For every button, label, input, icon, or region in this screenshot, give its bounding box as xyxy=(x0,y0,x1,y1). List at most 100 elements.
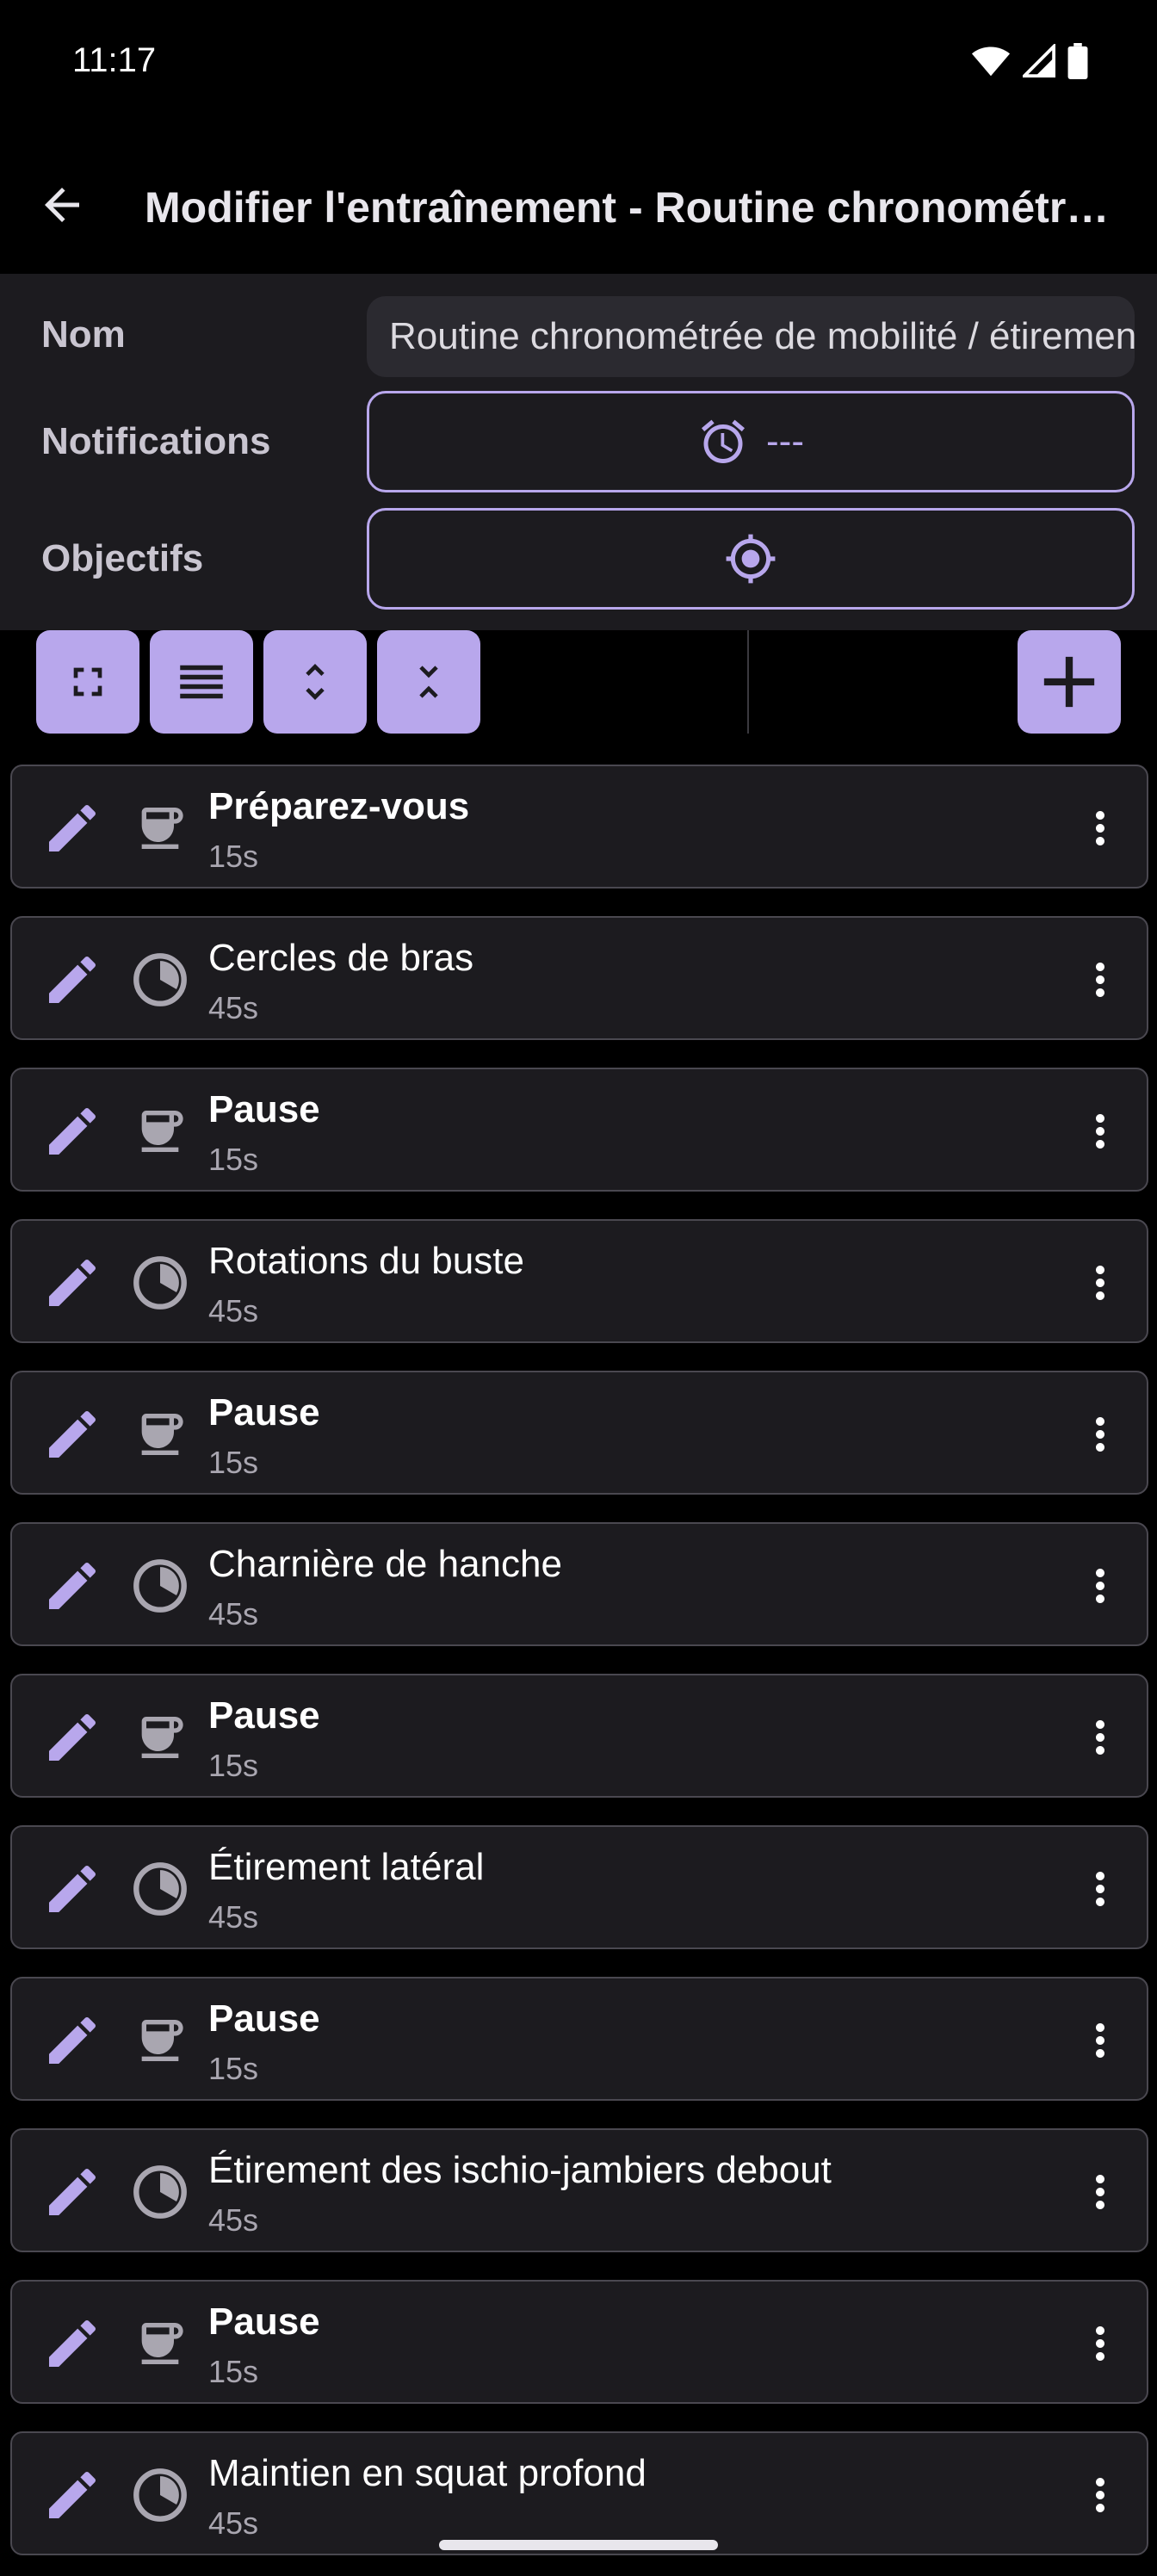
step-row[interactable]: Pause 15s xyxy=(10,2280,1148,2404)
step-duration: 45s xyxy=(208,2505,259,2541)
more-options-button[interactable] xyxy=(1074,2307,1126,2380)
collapse-all-button[interactable] xyxy=(377,630,480,734)
step-title: Pause xyxy=(208,1997,320,2040)
coffee-cup-icon xyxy=(141,2323,183,2364)
step-row[interactable]: Préparez-vous 15s xyxy=(10,765,1148,889)
step-title: Maintien en squat profond xyxy=(208,2452,647,2494)
timed-type-icon xyxy=(129,2464,191,2526)
step-duration: 15s xyxy=(208,1142,259,1177)
toolbar-divider xyxy=(747,630,749,734)
more-vert-icon xyxy=(1096,1114,1104,1149)
edit-button[interactable] xyxy=(38,945,107,1014)
status-icons xyxy=(971,43,1088,79)
timed-type-icon xyxy=(129,1555,191,1617)
alarm-icon xyxy=(702,419,746,463)
step-title: Pause xyxy=(208,1391,320,1434)
step-title: Étirement latéral xyxy=(208,1846,485,1888)
page-title: Modifier l'entraînement - Routine chrono… xyxy=(145,183,1117,232)
pencil-icon xyxy=(49,1107,96,1155)
fullscreen-icon xyxy=(73,667,102,697)
more-options-button[interactable] xyxy=(1074,1095,1126,1167)
more-options-button[interactable] xyxy=(1074,2156,1126,2228)
coffee-cup-icon xyxy=(141,1717,183,1758)
pencil-icon xyxy=(49,1259,96,1306)
step-duration: 15s xyxy=(208,2051,259,2086)
step-row[interactable]: Cercles de bras 45s xyxy=(10,916,1148,1040)
more-vert-icon xyxy=(1096,1720,1104,1755)
timer-icon xyxy=(133,1862,187,1916)
step-row[interactable]: Rotations du buste 45s xyxy=(10,1219,1148,1343)
more-options-button[interactable] xyxy=(1074,1398,1126,1471)
edit-button[interactable] xyxy=(38,1551,107,1620)
pencil-icon xyxy=(49,956,96,1003)
step-duration: 15s xyxy=(208,2354,259,2389)
pencil-icon xyxy=(49,2471,96,2518)
pencil-icon xyxy=(49,1410,96,1458)
unfold-more-icon xyxy=(306,664,325,700)
coffee-cup-icon xyxy=(141,808,183,849)
more-options-button[interactable] xyxy=(1074,792,1126,864)
pencil-icon xyxy=(49,1562,96,1609)
more-options-button[interactable] xyxy=(1074,2459,1126,2531)
step-row[interactable]: Pause 15s xyxy=(10,1371,1148,1495)
edit-button[interactable] xyxy=(38,1248,107,1317)
pencil-icon xyxy=(49,1713,96,1761)
wifi-icon xyxy=(971,46,1011,77)
more-options-button[interactable] xyxy=(1074,944,1126,1016)
timer-icon xyxy=(133,2468,187,2522)
menu-button[interactable] xyxy=(150,630,253,734)
expand-all-button[interactable] xyxy=(263,630,367,734)
edit-button[interactable] xyxy=(38,2309,107,2378)
step-row[interactable]: Étirement des ischio-jambiers debout 45s xyxy=(10,2128,1148,2252)
arrow-back-icon xyxy=(45,188,79,222)
more-options-button[interactable] xyxy=(1074,1701,1126,1774)
step-row[interactable]: Pause 15s xyxy=(10,1977,1148,2101)
step-row[interactable]: Charnière de hanche 45s xyxy=(10,1522,1148,1646)
coffee-cup-icon xyxy=(141,1111,183,1152)
status-bar: 11:17 xyxy=(0,0,1157,129)
timed-type-icon xyxy=(129,1252,191,1314)
step-title: Pause xyxy=(208,1694,320,1737)
edit-button[interactable] xyxy=(38,794,107,863)
step-duration: 15s xyxy=(208,1748,259,1783)
step-row[interactable]: Pause 15s xyxy=(10,1068,1148,1192)
step-row[interactable]: Pause 15s xyxy=(10,1674,1148,1798)
add-step-button[interactable] xyxy=(1018,630,1121,734)
name-field[interactable]: Routine chronométrée de mobilité / étire… xyxy=(367,296,1135,377)
back-button[interactable] xyxy=(26,169,98,241)
edit-button[interactable] xyxy=(38,2006,107,2075)
edit-button[interactable] xyxy=(38,2158,107,2226)
edit-button[interactable] xyxy=(38,1097,107,1166)
more-options-button[interactable] xyxy=(1074,2004,1126,2077)
edit-button[interactable] xyxy=(38,2461,107,2530)
edit-button[interactable] xyxy=(38,1703,107,1772)
toolbar xyxy=(0,630,1157,734)
notifications-value: --- xyxy=(766,420,804,462)
notifications-button[interactable]: --- xyxy=(367,391,1135,492)
step-row[interactable]: Étirement latéral 45s xyxy=(10,1825,1148,1949)
unfold-less-icon xyxy=(419,666,438,698)
edit-button[interactable] xyxy=(38,1855,107,1923)
more-options-button[interactable] xyxy=(1074,1853,1126,1925)
more-options-button[interactable] xyxy=(1074,1247,1126,1319)
edit-button[interactable] xyxy=(38,1400,107,1469)
goals-button[interactable] xyxy=(367,508,1135,610)
more-vert-icon xyxy=(1096,1266,1104,1300)
more-options-button[interactable] xyxy=(1074,1550,1126,1622)
home-indicator[interactable] xyxy=(439,2540,718,2550)
step-row[interactable]: Maintien en squat profond 45s xyxy=(10,2431,1148,2555)
fullscreen-button[interactable] xyxy=(36,630,139,734)
notifications-label: Notifications xyxy=(41,420,271,462)
more-vert-icon xyxy=(1096,811,1104,845)
timer-icon xyxy=(133,1256,187,1310)
goals-label: Objectifs xyxy=(41,537,204,579)
name-label: Nom xyxy=(41,313,126,356)
plus-icon xyxy=(1043,656,1095,708)
timer-icon xyxy=(133,2165,187,2219)
pencil-icon xyxy=(49,2319,96,2367)
status-time: 11:17 xyxy=(72,41,157,79)
pencil-icon xyxy=(49,2016,96,2064)
more-vert-icon xyxy=(1096,1569,1104,1603)
step-title: Étirement des ischio-jambiers debout xyxy=(208,2149,832,2191)
more-vert-icon xyxy=(1096,963,1104,997)
